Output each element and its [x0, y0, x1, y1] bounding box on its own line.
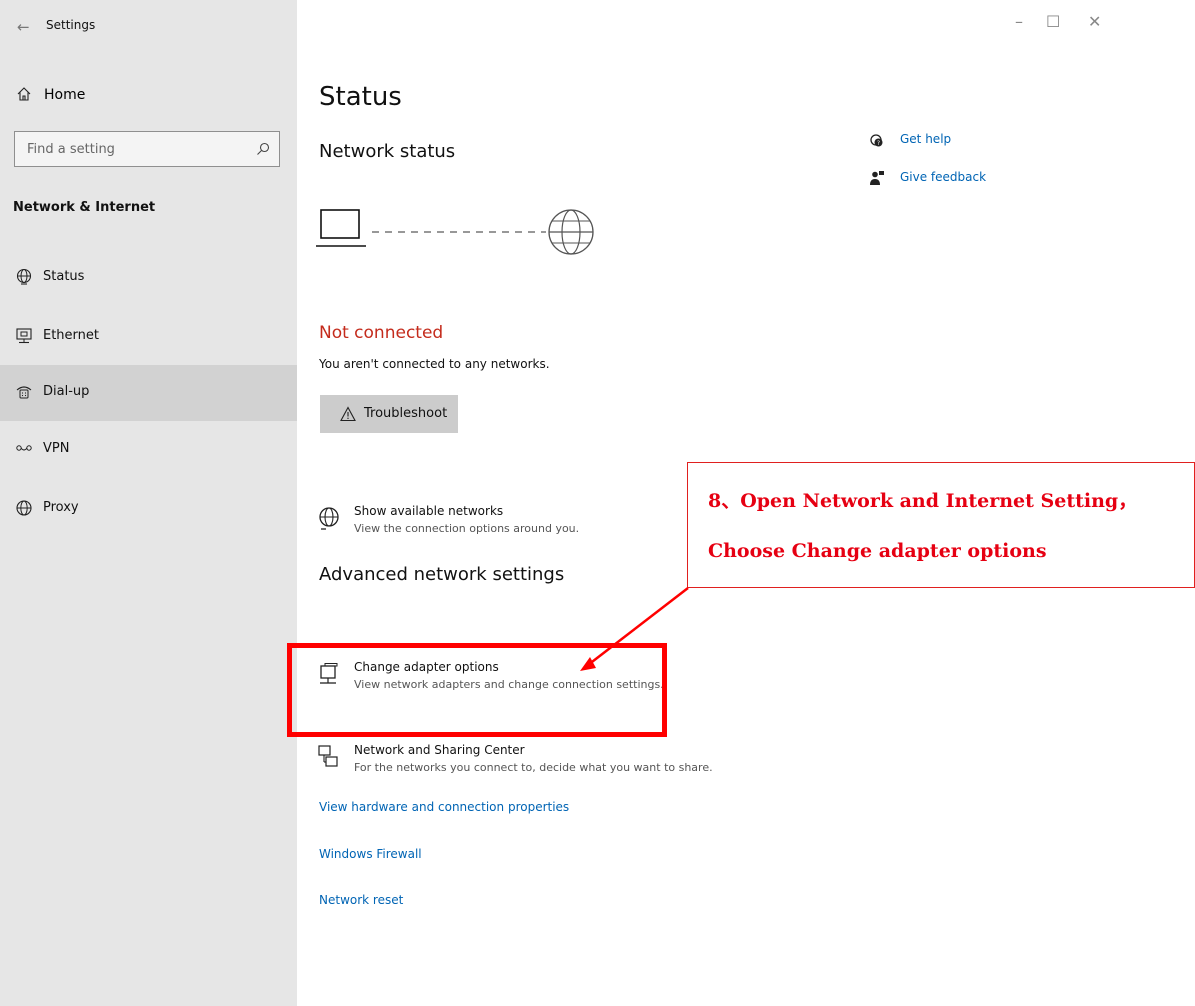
minimize-button[interactable]: – [1015, 12, 1023, 31]
app-title: Settings [46, 18, 96, 32]
search-placeholder: Find a setting [27, 142, 115, 157]
status-globe-icon [16, 268, 32, 285]
section-title: Network & Internet [13, 200, 156, 215]
sidebar-item-label: Dial-up [43, 384, 90, 399]
network-globe-icon [319, 507, 339, 530]
home-icon [17, 87, 31, 101]
sidebar-item-ethernet[interactable]: Ethernet [0, 309, 297, 365]
network-diagram [316, 209, 594, 255]
option-title: Network and Sharing Center [354, 743, 525, 757]
annotation-line-2: Choose Change adapter options [708, 540, 1047, 562]
vpn-icon [16, 445, 32, 451]
warning-icon [340, 406, 356, 422]
sidebar-item-status[interactable]: Status [0, 250, 297, 306]
link-hardware-properties[interactable]: View hardware and connection properties [319, 800, 569, 814]
troubleshoot-label: Troubleshoot [364, 406, 448, 421]
sidebar-item-vpn[interactable]: VPN [0, 422, 297, 478]
maximize-button[interactable]: ☐ [1046, 12, 1060, 31]
back-arrow-icon[interactable]: ← [17, 18, 30, 36]
sidebar-item-label: Proxy [43, 500, 79, 515]
home-label: Home [44, 87, 86, 103]
annotation-line-1: 8、Open Network and Internet Setting， [708, 490, 1138, 512]
connection-state: Not connected [319, 323, 444, 343]
option-title: Show available networks [354, 504, 504, 518]
close-button[interactable]: ✕ [1088, 12, 1101, 31]
svg-text:?: ? [877, 140, 880, 147]
troubleshoot-button[interactable]: Troubleshoot [320, 395, 458, 433]
sidebar-item-label: VPN [43, 441, 70, 456]
link-network-reset[interactable]: Network reset [319, 893, 403, 907]
highlight-box [287, 643, 667, 737]
network-status-heading: Network status [319, 141, 456, 162]
dial-up-icon [16, 386, 32, 399]
page-title: Status [319, 82, 402, 112]
feedback-icon [870, 171, 884, 185]
search-input[interactable]: Find a setting [14, 131, 280, 167]
give-feedback-link[interactable]: Give feedback [900, 170, 986, 184]
sidebar-item-label: Ethernet [43, 328, 99, 343]
ethernet-icon [16, 328, 32, 344]
annotation-callout: 8、Open Network and Internet Setting， Cho… [687, 462, 1195, 588]
sidebar: ← Settings Home Find a setting Network &… [0, 0, 297, 1006]
option-desc: View the connection options around you. [354, 522, 580, 535]
sidebar-item-dial-up[interactable]: Dial-up [0, 365, 297, 421]
sidebar-item-proxy[interactable]: Proxy [0, 481, 297, 537]
proxy-globe-icon [16, 500, 32, 516]
get-help-link[interactable]: Get help [900, 132, 951, 146]
sharing-center-icon [318, 745, 338, 767]
globe-icon [548, 209, 594, 255]
nav-home[interactable]: Home [0, 78, 297, 112]
advanced-heading: Advanced network settings [319, 564, 565, 585]
option-desc: For the networks you connect to, decide … [354, 761, 713, 774]
search-icon[interactable] [255, 141, 271, 157]
link-windows-firewall[interactable]: Windows Firewall [319, 847, 422, 861]
laptop-icon [316, 209, 366, 247]
connection-detail: You aren't connected to any networks. [319, 357, 550, 371]
get-help-icon: ? [870, 134, 883, 147]
sidebar-item-label: Status [43, 269, 85, 284]
